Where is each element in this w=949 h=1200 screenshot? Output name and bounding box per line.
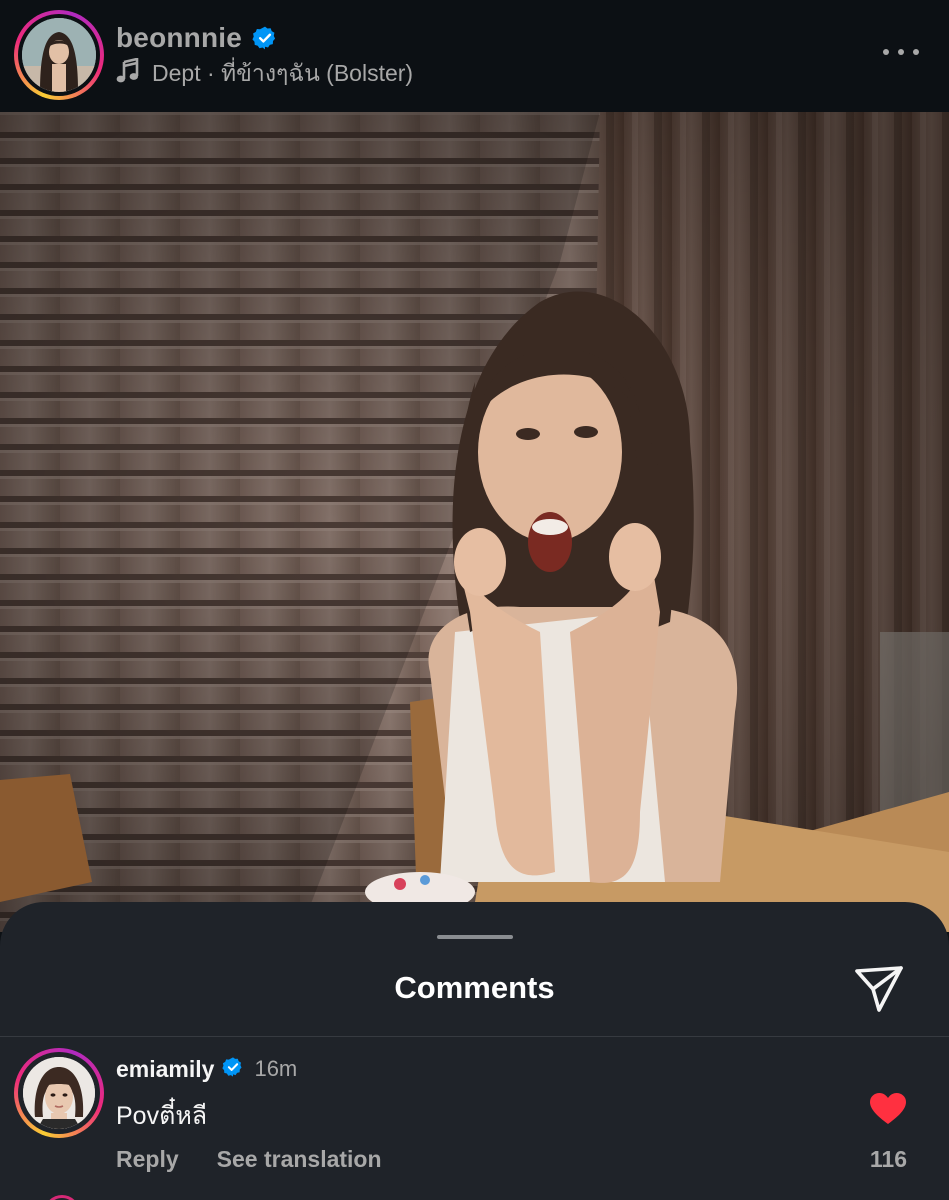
comment-username[interactable]: emiamily <box>116 1056 214 1083</box>
comments-sheet: Comments emiamily 16m Povตี๋หลี Reply Se… <box>0 902 949 1200</box>
comment-item: emiamily 16m Povตี๋หลี Reply See transla… <box>0 1038 949 1188</box>
heart-icon[interactable] <box>869 1092 907 1126</box>
verified-badge-icon <box>252 25 278 51</box>
avatar-photo <box>22 18 96 92</box>
comment-timestamp: 16m <box>254 1056 298 1081</box>
story-ring[interactable] <box>14 10 104 100</box>
comment-actions: Reply See translation <box>116 1144 382 1174</box>
comment-header: emiamily 16m <box>116 1054 297 1084</box>
music-note-icon <box>116 57 140 90</box>
post-photo[interactable] <box>0 112 949 932</box>
sheet-divider <box>0 1036 949 1037</box>
photo-illustration <box>0 112 949 932</box>
like-count: 116 <box>869 1146 907 1172</box>
verified-badge-icon <box>222 1056 244 1083</box>
music-attribution[interactable]: Dept · ที่ข้างๆฉัน (Bolster) <box>116 57 414 90</box>
instagram-post-screen: beonnnie Dept · ที่ข้างๆฉัน (Bolster) Co… <box>0 0 949 1200</box>
sheet-drag-handle[interactable] <box>437 935 513 939</box>
comments-title: Comments <box>394 970 555 1005</box>
commenter-avatar[interactable] <box>23 1057 95 1129</box>
paper-plane-icon[interactable] <box>853 964 905 1014</box>
comment-text: Povตี๋หลี <box>116 1102 208 1130</box>
more-options-icon[interactable] <box>883 40 919 64</box>
music-label: Dept · ที่ข้างๆฉัน (Bolster) <box>152 60 414 86</box>
reply-button[interactable]: Reply <box>116 1146 179 1173</box>
see-translation-button[interactable]: See translation <box>217 1146 382 1173</box>
avatar[interactable] <box>22 18 96 92</box>
commenter-avatar-photo <box>23 1057 95 1129</box>
username-row: beonnnie <box>116 20 278 56</box>
post-header: beonnnie Dept · ที่ข้างๆฉัน (Bolster) <box>0 0 949 112</box>
commenter-story-ring[interactable] <box>14 1048 104 1138</box>
post-username[interactable]: beonnnie <box>116 22 242 54</box>
